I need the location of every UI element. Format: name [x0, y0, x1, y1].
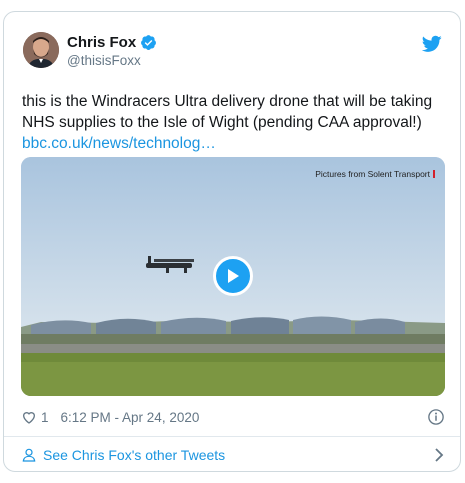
tweet-link[interactable]: bbc.co.uk/news/technolog…	[22, 135, 216, 152]
author-name[interactable]: Chris Fox	[67, 34, 136, 51]
author-handle[interactable]: @thisisFoxx	[67, 53, 141, 68]
person-icon	[21, 447, 37, 463]
chevron-right-icon[interactable]	[432, 447, 446, 463]
name-row: Chris Fox	[67, 34, 157, 51]
video-thumbnail[interactable]: Pictures from Solent Transport	[21, 157, 445, 396]
play-icon	[226, 268, 240, 284]
media-credit: Pictures from Solent Transport	[315, 169, 435, 179]
avatar[interactable]	[23, 32, 59, 68]
heart-icon[interactable]	[21, 409, 37, 425]
twitter-bird-icon[interactable]	[421, 35, 442, 53]
tweet-body: this is the Windracers Ultra delivery dr…	[22, 93, 433, 131]
credit-bar	[433, 170, 435, 178]
play-button[interactable]	[213, 256, 253, 296]
tweet-text: this is the Windracers Ultra delivery dr…	[22, 91, 442, 154]
like-count[interactable]: 1	[41, 410, 49, 425]
tweet-timestamp[interactable]: 6:12 PM - Apr 24, 2020	[61, 410, 200, 425]
tweet-meta: 1 6:12 PM - Apr 24, 2020	[21, 407, 199, 427]
see-other-tweets-link[interactable]: See Chris Fox's other Tweets	[21, 444, 446, 466]
media-credit-text: Pictures from Solent Transport	[315, 169, 430, 179]
see-other-tweets-label[interactable]: See Chris Fox's other Tweets	[43, 447, 225, 463]
tweet-header: Chris Fox @thisisFoxx	[23, 32, 442, 72]
verified-badge-icon	[140, 34, 157, 51]
info-icon[interactable]	[427, 408, 445, 426]
footer-divider	[4, 436, 460, 437]
tweet-card: Chris Fox @thisisFoxx this is the Windra…	[3, 11, 461, 472]
